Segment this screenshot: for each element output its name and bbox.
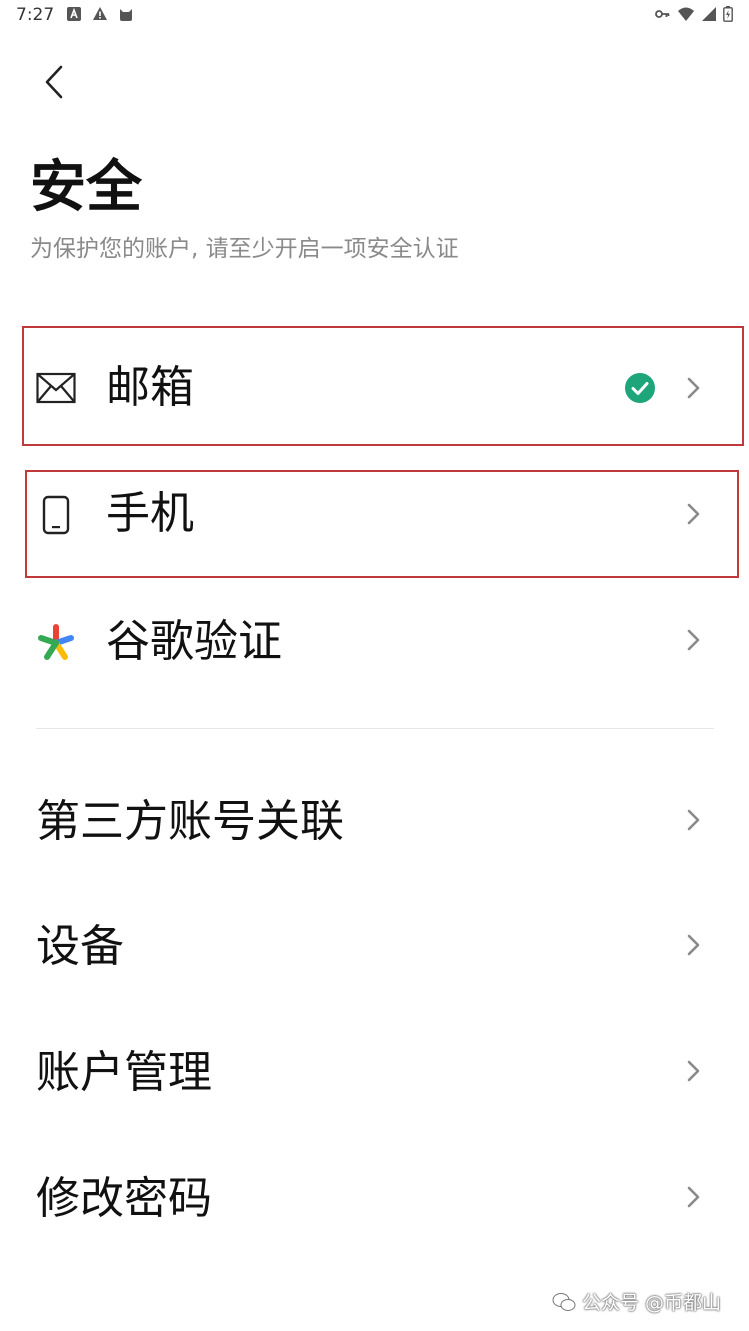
google-authenticator-icon — [36, 623, 76, 663]
page-subtitle: 为保护您的账户, 请至少开启一项安全认证 — [30, 236, 459, 262]
email-row[interactable]: 邮箱 — [0, 330, 749, 442]
vpn-key-icon — [655, 10, 670, 18]
wechat-icon — [552, 1292, 576, 1311]
section-divider — [36, 728, 714, 729]
google-authenticator-label: 谷歌验证 — [106, 616, 282, 667]
watermark-text: 公众号 @币都山 — [582, 1292, 722, 1314]
watermark: 公众号 @币都山 — [552, 1288, 721, 1315]
back-button[interactable] — [30, 58, 78, 106]
chevron-right-icon — [687, 503, 700, 525]
change-password-row[interactable]: 修改密码 — [0, 1147, 749, 1257]
phone-row[interactable]: 手机 — [0, 468, 749, 576]
chevron-left-icon — [45, 65, 63, 99]
signal-icon — [702, 7, 716, 21]
phone-label: 手机 — [106, 488, 194, 539]
security-screen: 7:27 安全 为保护您的账户, 请至少开启一项安全认证 邮箱 手机 谷歌验证 … — [0, 0, 749, 1331]
status-bar: 7:27 — [0, 0, 749, 32]
change-password-label: 修改密码 — [36, 1173, 212, 1224]
chevron-right-icon — [687, 809, 700, 831]
chevron-right-icon — [687, 1060, 700, 1082]
wifi-icon — [678, 7, 694, 21]
warning-icon — [93, 7, 107, 20]
chevron-right-icon — [687, 629, 700, 651]
third-party-link-row[interactable]: 第三方账号关联 — [0, 770, 749, 880]
devices-row[interactable]: 设备 — [0, 895, 749, 1005]
account-management-row[interactable]: 账户管理 — [0, 1021, 749, 1131]
email-label: 邮箱 — [106, 362, 194, 413]
devices-label: 设备 — [36, 921, 124, 972]
mail-icon — [36, 368, 76, 408]
status-left-icons — [66, 6, 134, 22]
status-time: 7:27 — [16, 5, 55, 25]
page-title: 安全 — [30, 155, 142, 220]
font-icon — [67, 7, 81, 21]
battery-icon — [723, 6, 733, 22]
phone-icon — [36, 495, 76, 535]
cat-icon — [120, 9, 132, 21]
google-authenticator-row[interactable]: 谷歌验证 — [0, 590, 749, 700]
status-right-icons — [653, 6, 733, 22]
chevron-right-icon — [687, 377, 700, 399]
account-management-label: 账户管理 — [36, 1047, 212, 1098]
chevron-right-icon — [687, 1186, 700, 1208]
third-party-link-label: 第三方账号关联 — [36, 796, 344, 847]
chevron-right-icon — [687, 934, 700, 956]
verified-check-icon — [625, 373, 655, 403]
